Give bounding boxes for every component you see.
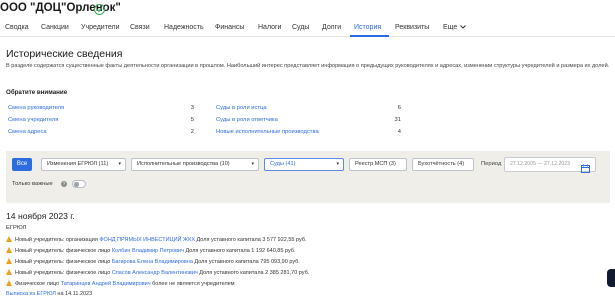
only-important-label: Только важные — [12, 181, 53, 187]
chevron-down-icon: ▾ — [118, 161, 121, 167]
event-entity-link[interactable]: Колбин Владимир Петрович — [112, 248, 184, 254]
filter-accounting-button[interactable]: Бухотчётность (4) — [412, 158, 474, 171]
attention-item-defendant[interactable]: Суды в роли ответчика — [216, 117, 278, 123]
attention-count: 6 — [397, 105, 401, 111]
tab-links[interactable]: Связи — [130, 24, 150, 31]
event-text: Новый учредитель: организация — [15, 237, 100, 243]
tab-more-label: Еще — [443, 24, 458, 31]
attention-item-founder-change[interactable]: Смена учредителя — [8, 117, 58, 123]
company-header: ООО "ДОЦ"Орленок" — [0, 0, 615, 20]
section-description: В разделе содержатся существенные факты … — [6, 63, 610, 69]
toggle-knob — [74, 182, 79, 187]
tab-taxes[interactable]: Налоги — [258, 24, 281, 31]
attention-item-enforcement[interactable]: Новые исполнительные производства — [216, 129, 319, 135]
attention-count: 3 — [190, 105, 194, 111]
section-title: Исторические сведения — [6, 48, 123, 60]
side-chat-icon[interactable] — [607, 269, 615, 287]
calendar-icon[interactable] — [581, 160, 590, 173]
event-row: Новый учредитель: физическое лицо Спасов… — [6, 269, 309, 278]
filter-egrul-select[interactable]: Изменения ЕГРЮЛ (11) ▾ — [41, 158, 126, 171]
filter-enforcement-select[interactable]: Исполнительные производства (10) ▾ — [131, 158, 259, 171]
attention-title: Обратите внимание — [6, 89, 68, 96]
egrul-extract-link[interactable]: Выписка из ЕГРЮЛ — [6, 291, 56, 297]
event-entity-link[interactable]: Спасов Александр Валентинович — [112, 270, 198, 276]
filter-courts-select[interactable]: Суды (41) ▾ — [264, 158, 344, 171]
attention-item-plaintiff[interactable]: Суды в роли истца — [216, 105, 267, 111]
egrul-extract: Выписка из ЕГРЮЛ на 14.11.2023 — [6, 291, 92, 297]
event-detail: более не является учредителем — [150, 281, 235, 287]
period-label: Период — [481, 161, 502, 167]
tab-history[interactable]: История — [354, 24, 381, 31]
tab-debts[interactable]: Долги — [322, 24, 341, 31]
event-detail: Доля уставного капитала 2 385 281,70 руб… — [197, 270, 310, 276]
tab-courts[interactable]: Суды — [292, 24, 309, 31]
event-text: Новый учредитель: физическое лицо — [15, 259, 112, 265]
event-row: Новый учредитель: организация ФОНД ПРЯМЫ… — [6, 236, 306, 245]
warning-icon — [6, 280, 12, 286]
chevron-down-icon — [460, 24, 467, 31]
attention-count: 5 — [190, 117, 194, 123]
filter-accounting-label: Бухотчётность (4) — [418, 161, 465, 167]
warning-icon — [6, 247, 12, 253]
warning-icon — [6, 236, 12, 242]
filter-msp-label: Реестр МСП (3) — [355, 161, 396, 167]
event-group-title: ЕГРЮЛ — [6, 225, 27, 231]
tab-summary[interactable]: Сводка — [5, 24, 29, 31]
event-detail: Доля уставного капитала 795 093,90 руб. — [192, 259, 300, 265]
event-entity-link[interactable]: Татаринцев Андрей Владимирович — [61, 281, 151, 287]
verified-check-icon — [94, 4, 105, 15]
filter-msp-button[interactable]: Реестр МСП (3) — [349, 158, 407, 171]
warning-icon — [6, 258, 12, 264]
filter-all-button[interactable]: Все — [12, 158, 32, 171]
tab-requisites[interactable]: Реквизиты — [395, 24, 429, 31]
event-text: Новый учредитель: физическое лицо — [15, 270, 112, 276]
tab-finance[interactable]: Финансы — [215, 24, 244, 31]
info-icon[interactable]: ? — [61, 181, 67, 187]
attention-item-address-change[interactable]: Смена адреса — [8, 129, 47, 135]
tab-founders[interactable]: Учредители — [81, 24, 120, 31]
event-detail: Доля уставного капитала 1 192 640,85 руб… — [183, 248, 296, 254]
event-detail: Доля уставного капитала 3 577 922,55 руб… — [194, 237, 307, 243]
tab-sanctions[interactable]: Санкции — [41, 24, 69, 31]
event-text: Физическое лицо — [15, 281, 61, 287]
chevron-down-icon: ▾ — [336, 161, 339, 167]
filter-enforcement-label: Исполнительные производства (10) — [137, 161, 230, 167]
egrul-extract-date: на 14.11.2023 — [55, 291, 93, 297]
filter-egrul-label: Изменения ЕГРЮЛ (11) — [47, 161, 109, 167]
event-date: 14 ноября 2023 г. — [6, 211, 75, 221]
event-entity-link[interactable]: ФОНД ПРЯМЫХ ИНВЕСТИЦИЙ ЖКХ — [99, 237, 195, 243]
event-row: Новый учредитель: физическое лицо Колбин… — [6, 247, 295, 256]
warning-icon — [6, 269, 12, 275]
tab-reliability[interactable]: Надежность — [164, 24, 204, 31]
attention-item-director-change[interactable]: Смена руководителя — [8, 105, 64, 111]
event-row: Физическое лицо Татаринцев Андрей Владим… — [6, 280, 235, 289]
tab-bar: Сводка Санкции Учредители Связи Надежнос… — [0, 20, 615, 37]
chevron-down-icon: ▾ — [251, 161, 254, 167]
event-row: Новый учредитель: физическое лицо Багиро… — [6, 258, 300, 267]
filter-panel: Все Изменения ЕГРЮЛ (11) ▾ Исполнительные… — [6, 151, 610, 203]
attention-count: 4 — [397, 129, 401, 135]
attention-count: 2 — [190, 129, 194, 135]
only-important-toggle[interactable] — [72, 180, 86, 188]
attention-count: 31 — [394, 117, 401, 123]
event-text: Новый учредитель: физическое лицо — [15, 248, 112, 254]
tab-more[interactable]: Еще — [443, 24, 467, 31]
event-entity-link[interactable]: Багирова Елена Владимировна — [112, 259, 193, 265]
active-tab-indicator — [350, 35, 389, 37]
filter-courts-label: Суды (41) — [270, 161, 296, 167]
